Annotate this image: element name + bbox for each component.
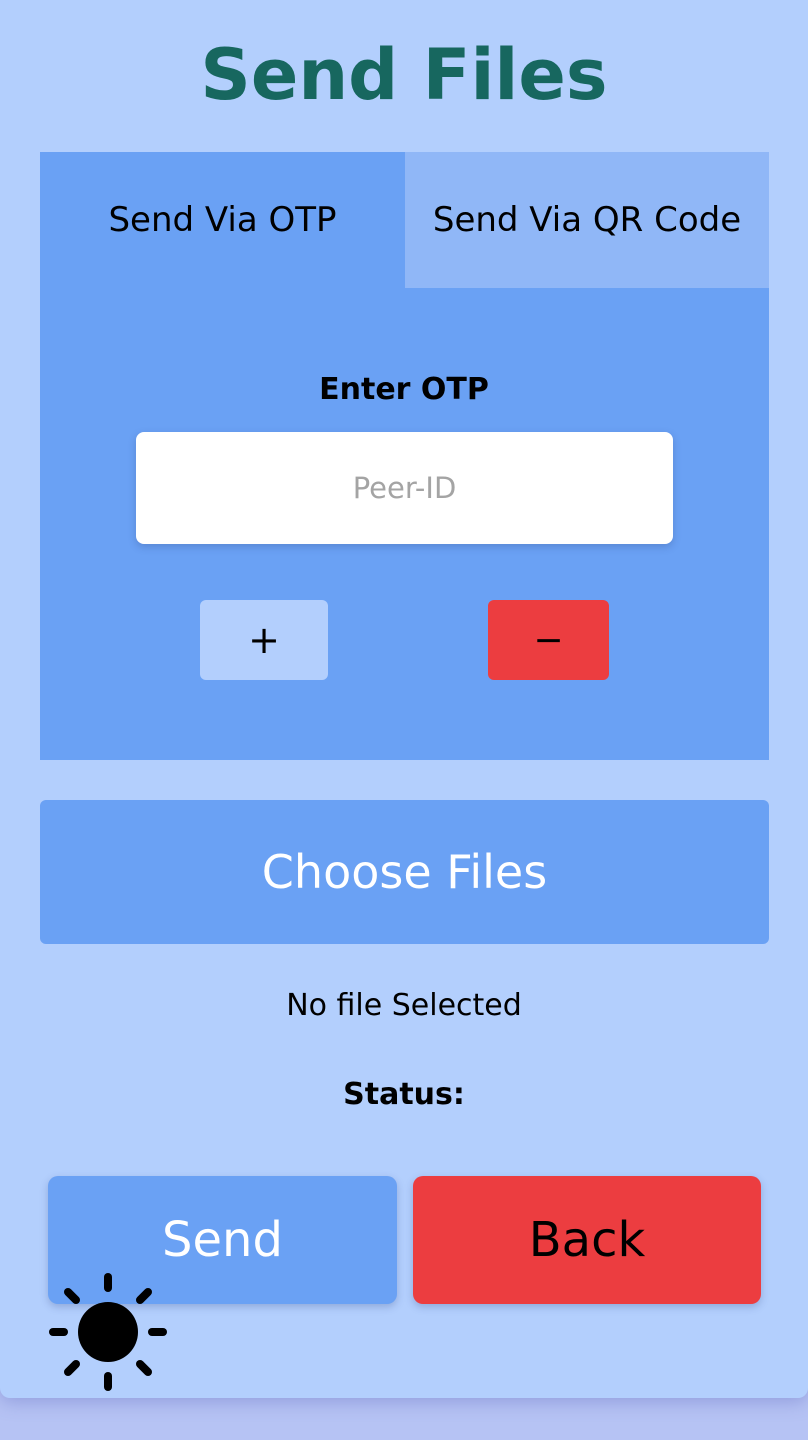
- sun-icon[interactable]: [48, 1272, 168, 1392]
- send-files-page: Send Files Send Via OTP Send Via QR Code…: [0, 0, 808, 1398]
- enter-otp-label: Enter OTP: [319, 372, 489, 407]
- back-button[interactable]: Back: [413, 1176, 761, 1304]
- choose-files-button[interactable]: Choose Files: [40, 800, 769, 944]
- add-peer-button[interactable]: +: [200, 600, 328, 680]
- remove-peer-button[interactable]: −: [488, 600, 609, 680]
- selected-file-text: No file Selected: [286, 988, 522, 1023]
- peer-id-input[interactable]: [136, 432, 673, 544]
- tab-send-via-qr-code[interactable]: Send Via QR Code: [405, 152, 769, 288]
- page-title: Send Files: [200, 34, 608, 116]
- status-label: Status:: [343, 1077, 465, 1112]
- tab-send-via-otp[interactable]: Send Via OTP: [40, 152, 405, 288]
